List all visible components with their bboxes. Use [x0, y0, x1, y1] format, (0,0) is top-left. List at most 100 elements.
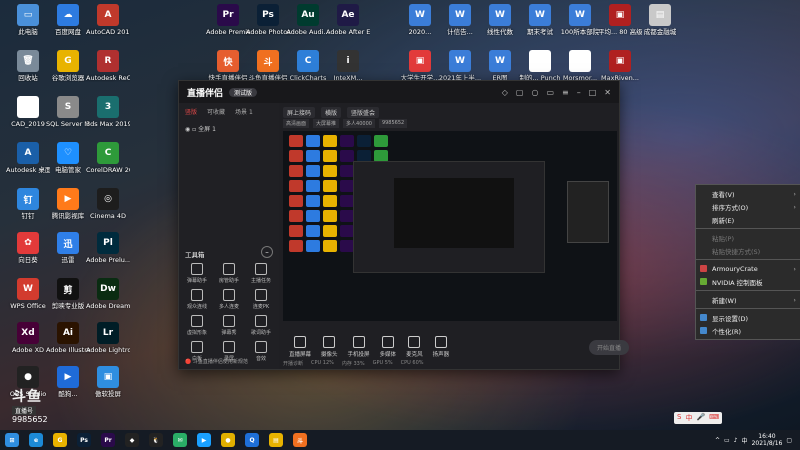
context-menu-item[interactable]: 粘贴(P) — [696, 231, 800, 244]
toolbox-item[interactable]: 房管助手 — [213, 263, 245, 284]
chat-icon[interactable]: ▭ — [546, 88, 554, 97]
toolbox-item[interactable]: 弹幕秀 — [213, 315, 245, 336]
scene-tab[interactable]: 场景 1 — [235, 107, 253, 116]
desktop-icon[interactable]: W 2020... — [398, 4, 442, 36]
camera-source-button[interactable]: 摄像头 — [321, 336, 338, 358]
context-menu-item[interactable]: 个性化(R) — [696, 324, 800, 337]
toolbox-item[interactable]: 连麦PK — [245, 289, 277, 310]
douyu-icon[interactable]: 斗 — [293, 433, 307, 447]
desktop-icon[interactable]: ▣ 平均... 80 高级中学 — [598, 4, 642, 36]
desktop-icon[interactable]: Pr Adobe Premie... — [206, 4, 250, 36]
desktop-icon[interactable]: 钉钉钉 — [6, 188, 50, 220]
desktop-icon[interactable]: W ER图 — [478, 50, 522, 82]
desktop-icon[interactable]: ▤ 制的... Punch — [518, 50, 562, 82]
minimize-icon[interactable]: – — [577, 88, 581, 97]
eye-icon[interactable]: ◉ — [185, 126, 190, 133]
phone-cast-button[interactable]: 手机投屏 — [348, 336, 370, 358]
chrome-icon[interactable]: G — [53, 433, 67, 447]
gift-icon[interactable]: ◇ — [502, 88, 508, 97]
desktop-icon[interactable]: ☁ 百度网盘 — [46, 4, 90, 36]
notification-icon[interactable]: ▢ — [786, 437, 792, 444]
close-icon[interactable]: ✕ — [604, 88, 611, 97]
network-icon[interactable]: ▭ — [724, 437, 730, 444]
desktop-icon[interactable]: C ClickCharts — [286, 50, 330, 82]
context-menu-item[interactable]: 排序方式(O) › — [696, 200, 800, 213]
speaker-button[interactable]: 扬声器 — [433, 336, 449, 358]
context-menu-item[interactable]: 查看(V) › — [696, 187, 800, 200]
desktop-icon[interactable]: W 线性代数 — [478, 4, 522, 36]
desktop-icon[interactable]: G 谷歌浏览器 — [46, 50, 90, 82]
chevron-up-icon[interactable]: ^ — [715, 437, 720, 444]
toolbox-item[interactable]: 主播任务 — [245, 263, 277, 284]
desktop-icon[interactable]: ▤ CAD_2019 — [6, 96, 50, 128]
tencent-icon[interactable]: 🐧 — [149, 433, 163, 447]
desktop-icon[interactable]: W 100所本部院 — [558, 4, 602, 36]
desktop-icon[interactable]: ▣ 大学生开学... — [398, 50, 442, 82]
toolbox-item[interactable]: 音效 — [245, 341, 277, 362]
desktop-icon[interactable]: ▤ Morsmor... — [558, 50, 602, 82]
desktop-icon[interactable]: ▭ 此电脑 — [6, 4, 50, 36]
maximize-icon[interactable]: □ — [589, 88, 597, 97]
desktop-icon[interactable]: R Autodesk ReCap — [86, 50, 130, 82]
context-menu-item[interactable]: 新建(W) › — [696, 293, 800, 306]
context-menu-item[interactable]: 显示设置(D) — [696, 311, 800, 324]
desktop-icon[interactable]: A AutoCAD 2019 - 简... — [86, 4, 130, 36]
notice-text[interactable]: 🔴 斗鱼直播伴侣使用新规范 — [185, 358, 248, 365]
toolbox-item[interactable]: 观众连线 — [181, 289, 213, 310]
volume-icon[interactable]: ♪ — [734, 437, 738, 444]
desktop-icon[interactable]: Pl Adobe Prelu... — [86, 232, 130, 264]
desktop-icon[interactable]: W WPS Office — [6, 278, 50, 310]
desktop-icon[interactable]: 🗑 回收站 — [6, 50, 50, 82]
desktop-icon[interactable]: Dw Adobe Dreamwe... — [86, 278, 130, 310]
desktop-icon[interactable]: W 计信告... — [438, 4, 482, 36]
context-menu-item[interactable]: NVIDIA 控制面板 — [696, 275, 800, 288]
desktop-icon[interactable]: 迅迅雷 — [46, 232, 90, 264]
ime-indicator[interactable]: 中 — [742, 436, 748, 445]
desktop-icon[interactable]: Ae Adobe After Effects CC — [326, 4, 370, 36]
preview-tab[interactable]: 竖版盛会 — [347, 107, 380, 118]
edge-icon[interactable]: e — [29, 433, 43, 447]
desktop-icon[interactable]: ♡ 电脑管家 — [46, 142, 90, 174]
app-chat-icon[interactable]: Q — [245, 433, 259, 447]
desktop-icon[interactable]: A Autodesk 桌面应用程序 — [6, 142, 50, 174]
desktop-icon[interactable]: ▶ 腾讯影视库 — [46, 188, 90, 220]
desktop-icon[interactable]: W 2021年上半... — [438, 50, 482, 82]
toolbox-item[interactable]: 歌词助手 — [245, 315, 277, 336]
preview-tab[interactable]: 横版 — [321, 107, 342, 118]
desktop-icon[interactable]: W 期末考试 — [518, 4, 562, 36]
media-source-button[interactable]: 多媒体 — [380, 336, 396, 358]
context-menu-item[interactable]: ArmouryCrate › — [696, 262, 800, 275]
desktop-icon[interactable]: S SQL Server Managem... — [46, 96, 90, 128]
keyboard-icon[interactable]: ⌨ — [709, 413, 719, 423]
app-yellow-icon[interactable]: ● — [221, 433, 235, 447]
wechat-icon[interactable]: ✉ — [173, 433, 187, 447]
context-menu-item[interactable]: 粘贴快捷方式(S) — [696, 244, 800, 257]
desktop-icon[interactable]: Lr Adobe Lightroo... — [86, 322, 130, 354]
desktop-icon[interactable]: Ps Adobe Photosh... — [246, 4, 290, 36]
desktop-icon[interactable]: Xd Adobe XD — [6, 322, 50, 354]
scene-source-item[interactable]: ◉ ▫ 全屏 1 — [179, 120, 279, 137]
live-preview-canvas[interactable] — [283, 131, 617, 321]
desktop-icon[interactable]: ✿ 向日葵 — [6, 232, 50, 264]
microphone-button[interactable]: 麦克风 — [406, 336, 423, 358]
shop-icon[interactable]: ▢ — [516, 88, 524, 97]
ime-mode[interactable]: 中 — [685, 413, 692, 423]
sogou-icon[interactable]: S — [677, 413, 681, 423]
version-badge[interactable]: 测试版 — [229, 87, 258, 97]
desktop-icon[interactable]: ◎ Cinema 4D — [86, 188, 130, 220]
desktop-icon[interactable]: Ai Adobe Illustrat... — [46, 322, 90, 354]
toolbox-item[interactable]: 虚拟形象 — [181, 315, 213, 336]
desktop-icon[interactable]: ▣ 傲软投屏 — [86, 366, 130, 398]
clock[interactable]: 16:40 2021/8/16 — [752, 433, 783, 447]
desktop-icon[interactable]: Au Adobe Audi... — [286, 4, 330, 36]
lock-icon[interactable]: ▫ — [192, 126, 196, 133]
premiere-icon[interactable]: Pr — [101, 433, 115, 447]
mic-icon[interactable]: 🎤 — [696, 413, 705, 423]
photoshop-icon[interactable]: Ps — [77, 433, 91, 447]
desktop-icon[interactable]: ▶ 酷狗... — [46, 366, 90, 398]
desktop-icon[interactable]: 快快手直播伴侣 — [206, 50, 250, 82]
desktop-icon[interactable]: 3 3ds Max 2019 — [86, 96, 130, 128]
desktop-icon[interactable]: 斗斗鱼直播伴侣 — [246, 50, 290, 82]
desktop-icon[interactable]: ▣ MaxRiven... — [598, 50, 642, 82]
user-icon[interactable]: ○ — [531, 88, 538, 97]
